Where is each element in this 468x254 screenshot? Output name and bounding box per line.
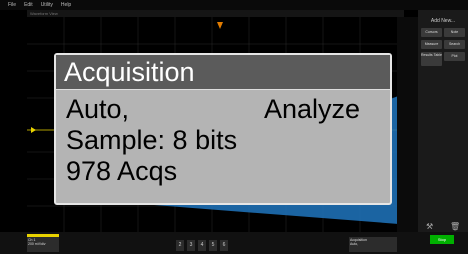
note-button[interactable]: Note [444, 28, 465, 37]
ch6-button[interactable]: 6 [220, 240, 228, 251]
settings-bar: Ch 1 200 mV/div 2 3 4 5 6 Acquisition Au… [0, 232, 468, 254]
sample-text: Sample: 8 bits [66, 125, 238, 155]
wrench-icon[interactable]: ⚒ [426, 222, 433, 231]
ch2-button[interactable]: 2 [176, 240, 184, 251]
waveform-view-title: Waveform View [27, 10, 404, 17]
acq-count-text: 978 Acqs [66, 156, 178, 186]
ch5-button[interactable]: 5 [209, 240, 217, 251]
axis-labels-strip [397, 17, 419, 232]
search-button[interactable]: Search [444, 40, 465, 49]
ch1-badge[interactable]: Ch 1 200 mV/div [27, 234, 59, 252]
add-new-label: Add New... [430, 18, 456, 24]
menu-help[interactable]: Help [61, 2, 71, 8]
cursors-button[interactable]: Cursors [421, 28, 442, 37]
callout-body: Auto, Analyze Sample: 8 bits 978 Acqs [56, 90, 390, 191]
measure-button[interactable]: Measure [421, 40, 442, 49]
acq-mode-text: Auto, [66, 94, 130, 124]
analyze-text: Analyze [263, 94, 360, 124]
menu-file[interactable]: File [8, 2, 16, 8]
callout-title: Acquisition [56, 55, 390, 90]
trigger-marker [217, 22, 223, 29]
trash-icon[interactable]: 🗑 [450, 222, 460, 231]
menu-bar: File Edit Utility Help [0, 0, 468, 10]
ch4-button[interactable]: 4 [198, 240, 206, 251]
acquisition-callout: Acquisition Auto, Analyze Sample: 8 bits… [54, 53, 392, 205]
acq-badge-line1: Auto, [350, 242, 359, 246]
side-panel: Add New... Cursors Note Measure Search R… [418, 10, 468, 245]
menu-utility[interactable]: Utility [41, 2, 53, 8]
acquisition-badge[interactable]: Acquisition Auto, [349, 237, 397, 252]
ch3-button[interactable]: 3 [187, 240, 195, 251]
plot-button[interactable]: Plot [444, 52, 465, 61]
menu-edit[interactable]: Edit [24, 2, 33, 8]
ch1-detail: 200 mV/div [28, 242, 46, 246]
run-stop-button[interactable]: Stop [430, 235, 454, 244]
results-table-button[interactable]: Results Table [421, 52, 442, 66]
ch1-marker [31, 127, 36, 133]
